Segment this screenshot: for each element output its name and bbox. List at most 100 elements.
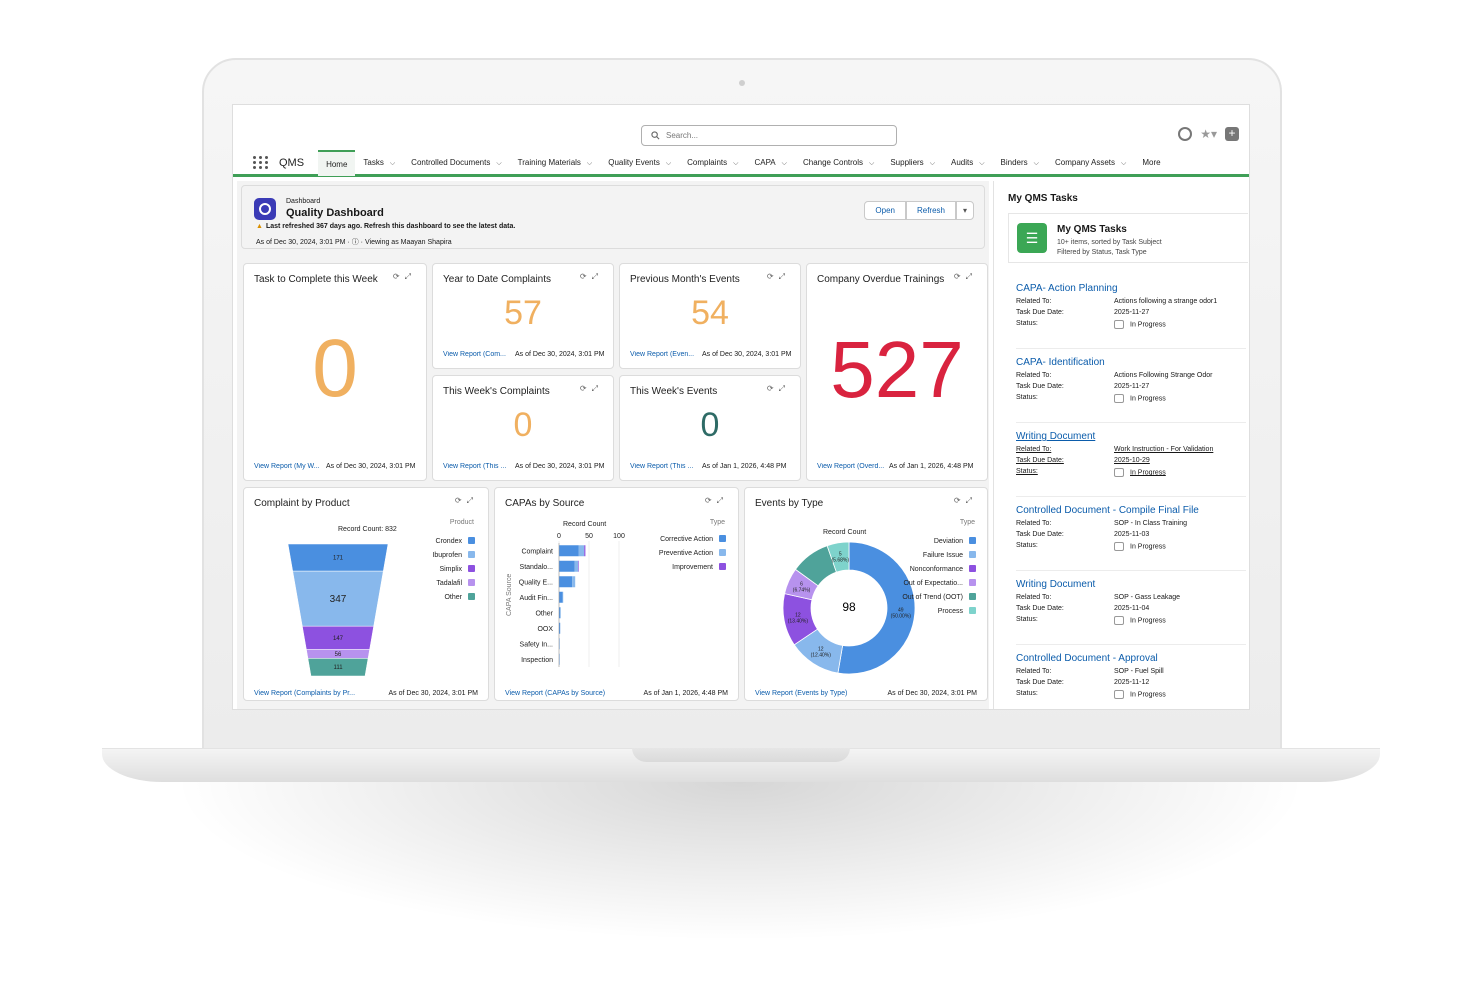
dashboard-as-of: As of Dec 30, 2024, 3:01 PM · ⓘ · Viewin…	[256, 239, 452, 246]
card-tools: ⟳⤢	[767, 384, 790, 394]
tasks-list-title[interactable]: My QMS Tasks	[1057, 224, 1127, 235]
task-title-link[interactable]: CAPA- Action Planning	[1016, 283, 1246, 294]
status-value: In Progress	[1130, 395, 1166, 403]
related-value: SOP - Gass Leakage	[1114, 594, 1181, 601]
bar-segment[interactable]	[578, 545, 585, 557]
expand-icon[interactable]: ⤢	[592, 272, 603, 281]
refresh-icon[interactable]: ⟳	[767, 272, 779, 281]
refresh-icon[interactable]: ⟳	[767, 384, 779, 393]
view-report-link[interactable]: View Report (Events by Type)	[755, 690, 847, 697]
nav-tab-change-controls[interactable]: Change Controls ⌵	[795, 150, 882, 176]
chevron-down-icon[interactable]: ⌵	[733, 160, 738, 167]
task-title-link[interactable]: Controlled Document - Compile Final File	[1016, 505, 1246, 516]
chevron-down-icon[interactable]: ⌵	[782, 160, 787, 167]
y-tick-label: Quality E...	[519, 579, 553, 586]
nav-tab-tasks[interactable]: Tasks ⌵	[355, 150, 403, 176]
view-report-link[interactable]: View Report (CAPAs by Source)	[505, 690, 605, 697]
chevron-down-icon[interactable]: ⌵	[1121, 160, 1126, 167]
refresh-icon[interactable]: ⟳	[393, 272, 405, 281]
legend-label: Ibuprofen	[432, 552, 462, 559]
nav-tab-more[interactable]: More	[1134, 150, 1168, 176]
nav-tab-capa[interactable]: CAPA ⌵	[746, 150, 795, 176]
expand-icon[interactable]: ⤢	[779, 384, 790, 393]
refresh-icon[interactable]: ⟳	[954, 496, 966, 505]
status-value: In Progress	[1130, 469, 1166, 477]
more-actions-dropdown[interactable]: ▾	[955, 201, 974, 220]
status-icon	[1114, 394, 1124, 403]
task-title-link[interactable]: Controlled Document - Approval	[1016, 653, 1246, 664]
nav-tab-company-assets[interactable]: Company Assets ⌵	[1047, 150, 1134, 176]
view-report-link[interactable]: View Report (My W...	[254, 463, 324, 470]
assistant-icon[interactable]	[1178, 127, 1193, 141]
expand-icon[interactable]: ⤢	[717, 496, 728, 505]
add-icon[interactable]: +	[1225, 127, 1239, 141]
app-launcher-icon[interactable]	[253, 156, 269, 169]
nav-tab-training-materials[interactable]: Training Materials ⌵	[510, 150, 601, 176]
open-button[interactable]: Open	[864, 201, 906, 220]
chevron-down-icon[interactable]: ⌵	[390, 160, 395, 167]
nav-tab-complaints[interactable]: Complaints ⌵	[679, 150, 746, 176]
bar-segment[interactable]	[559, 576, 573, 588]
due-label: Task Due Date:	[1016, 457, 1064, 464]
bar-segment[interactable]	[559, 560, 575, 572]
refresh-icon[interactable]: ⟳	[455, 496, 467, 505]
nav-tab-home[interactable]: Home	[318, 149, 356, 176]
view-report-link[interactable]: View Report (Com...	[443, 351, 513, 358]
expand-icon[interactable]: ⤢	[467, 496, 478, 505]
refresh-button[interactable]: Refresh	[905, 201, 956, 220]
bar-segment[interactable]	[559, 591, 563, 603]
chevron-down-icon[interactable]: ⌵	[930, 160, 935, 167]
card-capas-by-source: CAPAs by Source ⟳⤢ Record Count Type CAP…	[494, 487, 739, 701]
chevron-down-icon[interactable]: ⌵	[666, 160, 671, 167]
chevron-down-icon[interactable]: ⌵	[1034, 160, 1039, 167]
nav-tab-controlled-documents[interactable]: Controlled Documents ⌵	[403, 150, 509, 176]
expand-icon[interactable]: ⤢	[966, 272, 977, 281]
view-report-link[interactable]: View Report (This ...	[443, 463, 513, 470]
task-title-link[interactable]: Writing Document	[1016, 579, 1246, 590]
bar-segment[interactable]	[562, 591, 564, 603]
favorite-star-icon[interactable]: ★▾	[1200, 127, 1217, 141]
expand-icon[interactable]: ⤢	[592, 384, 603, 393]
expand-icon[interactable]: ⤢	[779, 272, 790, 281]
view-report-link[interactable]: View Report (This ...	[630, 463, 700, 470]
nav-tab-quality-events[interactable]: Quality Events ⌵	[600, 150, 679, 176]
funnel-value-label: 347	[330, 594, 347, 605]
bar-segment[interactable]	[578, 560, 579, 572]
card-events-by-type: Events by Type ⟳⤢ Record Count Type 98 4…	[744, 487, 988, 701]
refresh-icon[interactable]: ⟳	[580, 272, 592, 281]
refresh-icon[interactable]: ⟳	[954, 272, 966, 281]
nav-tab-audits[interactable]: Audits ⌵	[943, 150, 993, 176]
view-report-link[interactable]: View Report (Even...	[630, 351, 700, 358]
due-label: Task Due Date:	[1016, 383, 1064, 390]
chevron-down-icon[interactable]: ⌵	[587, 160, 592, 167]
card-tools: ⟳⤢	[954, 272, 977, 282]
bar-segment[interactable]	[559, 545, 579, 557]
nav-tab-suppliers[interactable]: Suppliers ⌵	[882, 150, 943, 176]
task-title-link[interactable]: Writing Document	[1016, 431, 1246, 442]
nav-tab-label: More	[1142, 157, 1161, 167]
legend-swatch	[719, 549, 726, 556]
bar-segment[interactable]	[574, 560, 579, 572]
x-tick-label: 0	[557, 533, 561, 540]
view-report-link[interactable]: View Report (Complaints by Pr...	[254, 690, 355, 697]
nav-tab-binders[interactable]: Binders ⌵	[993, 150, 1047, 176]
card-week-events: This Week's Events ⟳⤢ 0 View Report (Thi…	[619, 375, 801, 481]
bar-segment[interactable]	[572, 576, 576, 588]
chevron-down-icon[interactable]: ⌵	[496, 160, 501, 167]
view-report-link[interactable]: View Report (Overd...	[817, 463, 887, 470]
y-tick-label: OOX	[537, 626, 553, 633]
expand-icon[interactable]: ⤢	[405, 272, 416, 281]
bar-segment[interactable]	[584, 545, 586, 557]
nav-tab-label: Complaints	[687, 157, 728, 167]
refresh-icon[interactable]: ⟳	[580, 384, 592, 393]
search-input[interactable]: Search...	[641, 125, 897, 146]
related-value[interactable]: Work Instruction - For Validation	[1114, 446, 1246, 453]
expand-icon[interactable]: ⤢	[966, 496, 977, 505]
chevron-down-icon[interactable]: ⌵	[869, 160, 874, 167]
card-title: Company Overdue Trainings	[817, 274, 945, 285]
task-title-link[interactable]: CAPA- Identification	[1016, 357, 1246, 368]
bar-segment[interactable]	[560, 607, 561, 619]
card-date: As of Dec 30, 2024, 3:01 PM	[515, 463, 605, 470]
chevron-down-icon[interactable]: ⌵	[979, 160, 984, 167]
refresh-icon[interactable]: ⟳	[705, 496, 717, 505]
